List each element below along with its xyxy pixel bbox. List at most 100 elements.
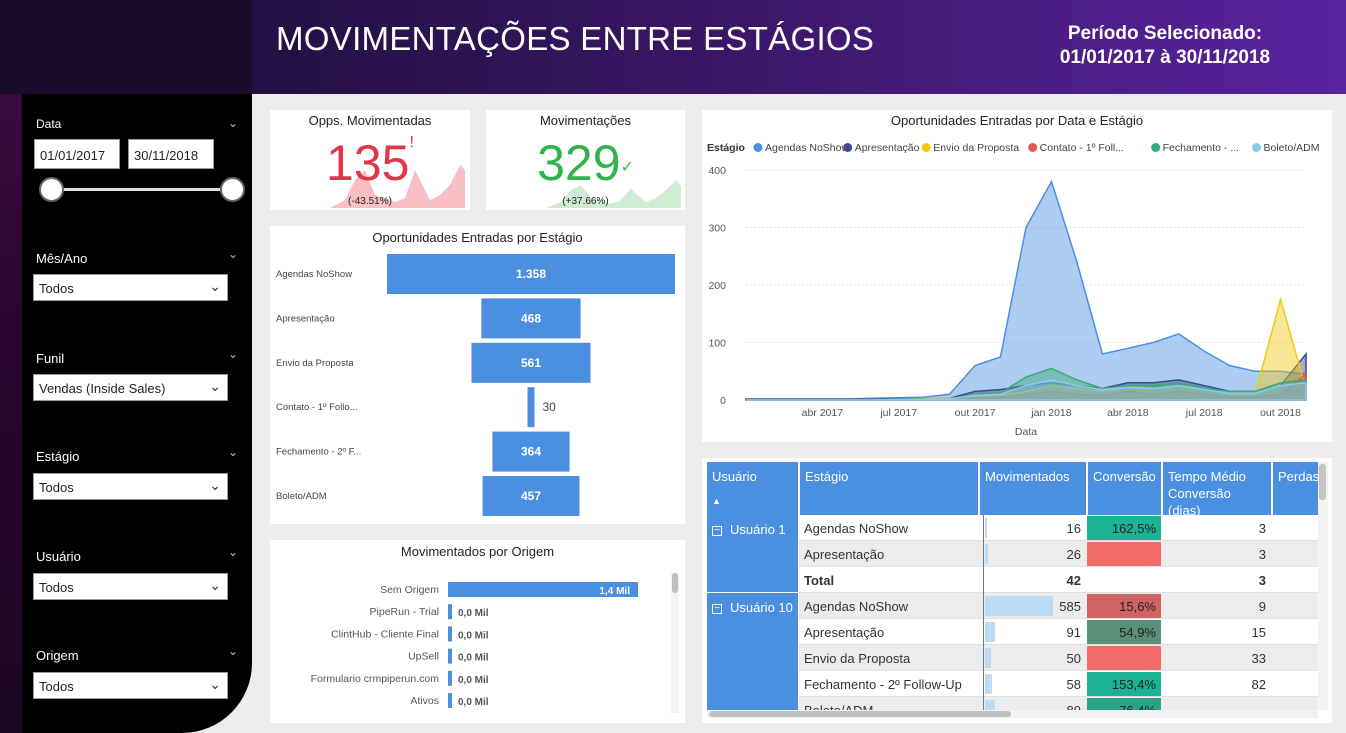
date-range-start-handle[interactable]	[39, 177, 64, 202]
chevron-down-icon[interactable]: ⌄	[228, 347, 238, 361]
stage-cell: Fechamento - 2º Follow-Up	[804, 677, 962, 692]
origin-bar[interactable]	[448, 670, 452, 686]
month-year-value: Todos	[39, 281, 74, 296]
legend-item[interactable]: Envio da Proposta	[933, 142, 1019, 154]
legend-item[interactable]: Boleto/ADM	[1263, 142, 1319, 154]
funnel-value-label: 468	[521, 311, 541, 325]
moved-cell: 585	[1059, 599, 1081, 614]
period-range: 01/01/2017 à 30/11/2018	[1059, 47, 1271, 68]
kpi-moves-title: Movimentações	[539, 113, 632, 128]
losses-cell: 1	[1272, 567, 1318, 593]
stage-cell: Total	[804, 573, 835, 588]
col-header-losses[interactable]: Perdas	[1272, 462, 1318, 515]
origin-value-label: 0,0 Mil	[458, 697, 489, 708]
y-tick-label: 0	[720, 395, 726, 407]
moved-cell: 16	[1066, 521, 1081, 536]
dropdown-arrow-icon: ⌄	[209, 378, 221, 394]
col-header-avg-time[interactable]: Tempo Médio Conversão (dias)	[1162, 462, 1271, 518]
funnel-value-label: 364	[521, 445, 541, 459]
funnel-category-label: Agendas NoShow	[276, 269, 352, 280]
legend-item[interactable]: Agendas NoShow	[765, 142, 849, 154]
losses-cell	[1272, 697, 1318, 710]
matrix-vertical-scrollbar[interactable]	[1318, 462, 1328, 710]
avg-time-cell: 15	[1251, 625, 1266, 640]
x-tick-label: abr 2018	[1107, 407, 1149, 419]
funnel-value-label: 561	[521, 356, 541, 370]
chevron-down-icon[interactable]: ⌄	[228, 644, 238, 658]
origin-category-label: Sem Origem	[380, 584, 439, 596]
chevron-down-icon[interactable]: ⌄	[228, 545, 238, 559]
collapse-icon[interactable]: −	[712, 525, 722, 536]
origin-scrollbar[interactable]	[671, 573, 679, 713]
conversion-cell	[1087, 541, 1161, 567]
avg-time-cell: 3	[1258, 573, 1266, 588]
chevron-down-icon[interactable]: ⌄	[228, 116, 238, 130]
kpi-moves-delta: (+37.66%)	[562, 196, 609, 207]
entries-by-date-chart: Estágio Agendas NoShow Apresentação Envio d…	[707, 142, 1319, 438]
origin-scrollbar-thumb[interactable]	[672, 573, 678, 593]
date-range-end-handle[interactable]	[220, 177, 245, 202]
date-filter-label: Data	[36, 117, 62, 131]
kpi-opps-delta: (-43.51%)	[348, 196, 392, 207]
legend-item[interactable]: Fechamento - ...	[1163, 142, 1239, 154]
legend-marker	[843, 143, 853, 152]
month-year-select[interactable]: Todos ⌄	[33, 274, 228, 301]
origin-bar[interactable]	[448, 693, 452, 708]
matrix-horizontal-scrollbar-thumb[interactable]	[709, 711, 1011, 717]
origin-bar[interactable]	[448, 648, 452, 664]
avg-time-cell: 9	[1258, 599, 1266, 614]
conversion-cell: 54,9%	[1119, 625, 1156, 640]
funnel-bar[interactable]	[527, 387, 535, 428]
losses-cell: 2	[1272, 671, 1318, 697]
stage-funnel-card: Oportunidades Entradas por Estágio Agend…	[270, 226, 685, 524]
kpi-opps-value: 135!	[270, 134, 470, 192]
chevron-down-icon[interactable]: ⌄	[228, 247, 238, 261]
user-select[interactable]: Todos ⌄	[33, 573, 228, 600]
moved-cell: 50	[1066, 651, 1081, 666]
col-header-moved[interactable]: Movimentados	[979, 462, 1086, 515]
stage-select[interactable]: Todos ⌄	[33, 473, 228, 500]
losses-cell: 12	[1272, 645, 1319, 671]
origin-bar[interactable]	[448, 626, 452, 642]
matrix-vertical-scrollbar-thumb[interactable]	[1319, 464, 1326, 500]
funnel-filter-label: Funil	[36, 351, 65, 366]
losses-cell: 65	[1272, 593, 1319, 619]
legend-item[interactable]: Apresentação	[855, 142, 920, 154]
funnel-select[interactable]: Vendas (Inside Sales) ⌄	[33, 374, 228, 401]
sort-asc-icon: ▲	[712, 496, 721, 506]
stage-funnel-chart: Agendas NoShow 1.358 Apresentação 468 Envio …	[276, 254, 675, 516]
alert-icon: !	[409, 134, 414, 151]
period-label: Período Selecionado:	[1067, 23, 1263, 44]
avg-time-cell: 3	[1258, 547, 1266, 562]
x-tick-label: out 2018	[1260, 407, 1301, 419]
legend-marker	[1251, 143, 1261, 152]
legend-item[interactable]: Contato - 1º Foll...	[1040, 142, 1124, 154]
origin-value: Todos	[39, 679, 74, 694]
col-header-conversion[interactable]: Conversão	[1087, 462, 1161, 515]
origin-value-label: 1,4 Mil	[599, 586, 630, 597]
origin-value-label: 0,0 Mil	[458, 630, 489, 641]
date-start-input[interactable]: 01/01/2017	[34, 139, 120, 169]
kpi-card-moves[interactable]: Movimentações 329✓ (+37.66%)	[486, 110, 685, 210]
user-filter-label: Usuário	[36, 549, 81, 564]
origin-select[interactable]: Todos ⌄	[33, 672, 228, 699]
collapse-icon[interactable]: −	[712, 603, 722, 614]
user-name: Usuário 1	[730, 522, 786, 537]
chevron-down-icon[interactable]: ⌄	[228, 445, 238, 459]
kpi-card-opps[interactable]: Opps. Movimentadas 135! (-43.51%)	[270, 110, 470, 210]
funnel-value-label: 457	[521, 489, 541, 503]
area-series[interactable]	[745, 179, 1307, 401]
matrix-horizontal-scrollbar[interactable]	[707, 710, 1318, 718]
funnel-category-label: Envio da Proposta	[276, 358, 354, 369]
col-header-stage[interactable]: Estágio	[799, 462, 978, 515]
legend-marker	[753, 143, 763, 152]
dropdown-arrow-icon: ⌄	[209, 676, 221, 692]
origin-bar[interactable]	[448, 604, 452, 620]
filter-sidebar: Data ⌄ 01/01/2017 30/11/2018 Mês/Ano ⌄ T…	[22, 94, 252, 733]
check-icon: ✓	[620, 158, 634, 176]
col-header-user[interactable]: Usuário ▲	[707, 462, 798, 515]
origin-category-label: UpSell	[408, 651, 439, 663]
date-end-input[interactable]: 30/11/2018	[128, 139, 214, 169]
origin-value-label: 0,0 Mil	[458, 653, 489, 664]
origin-bar-chart: Sem Origem 1,4 Mil PipeRun - Trial 0,0 Mil C…	[311, 582, 638, 708]
